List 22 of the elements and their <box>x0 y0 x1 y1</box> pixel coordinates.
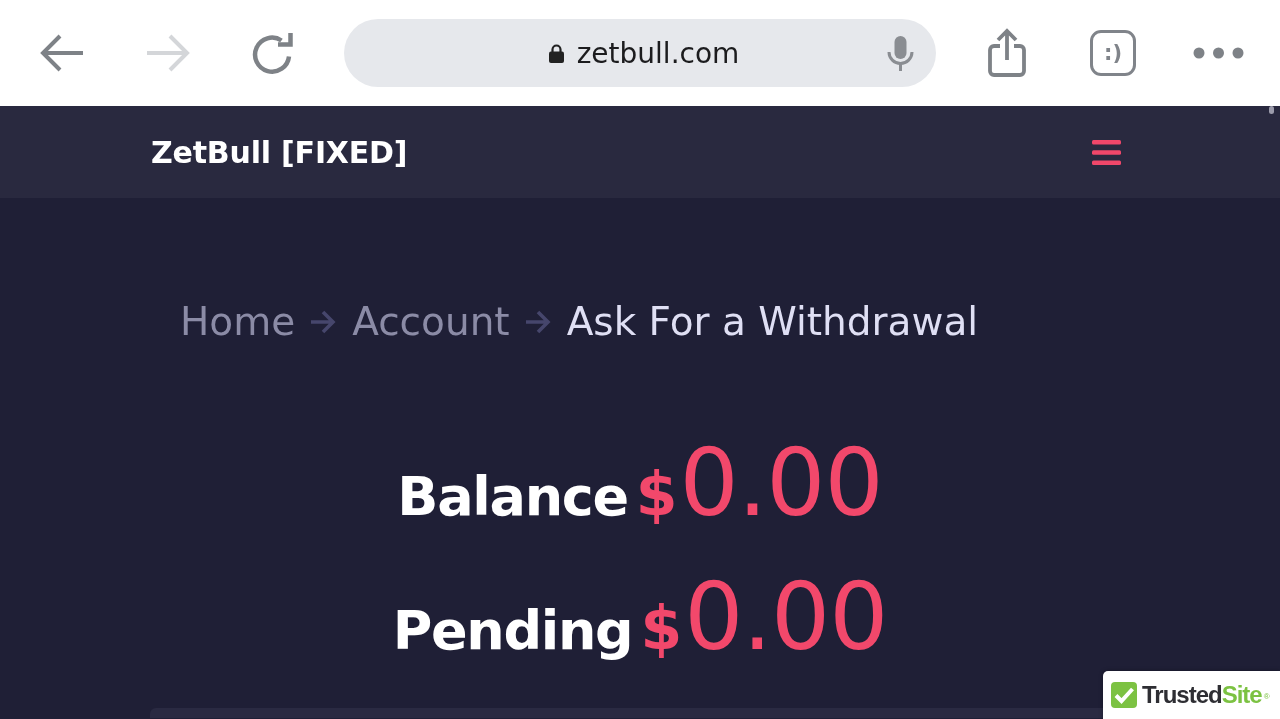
balance-label: Pending <box>392 598 633 664</box>
badge-brand-text: TrustedSite$^{®}$ <box>1142 681 1270 709</box>
microphone-icon[interactable] <box>887 35 914 71</box>
reload-icon[interactable] <box>251 32 294 74</box>
breadcrumb-current: Ask For a Withdrawal <box>566 298 979 346</box>
left-arrow-icon[interactable] <box>39 33 85 73</box>
menu-icon[interactable] <box>1092 139 1121 165</box>
address-field[interactable]: zetbull.com <box>344 19 936 87</box>
right-arrow-icon <box>524 310 552 334</box>
share-icon[interactable] <box>987 28 1027 78</box>
balance-amount: $0.00 <box>640 571 888 673</box>
tabs-button[interactable]: :) <box>1090 30 1136 76</box>
site-title: ZetBull [FIXED] <box>151 134 408 170</box>
balance-label: Balance <box>397 464 628 530</box>
breadcrumb-link[interactable]: Home <box>180 298 296 346</box>
breadcrumb-link[interactable]: Account <box>352 298 510 346</box>
trust-badge[interactable]: TrustedSite$^{®}$ <box>1103 671 1280 719</box>
right-arrow-icon <box>310 310 338 334</box>
scrollbar-thumb <box>1269 106 1274 114</box>
balance-amount: $0.00 <box>635 437 883 539</box>
check-icon <box>1111 682 1137 708</box>
more-icon[interactable] <box>1193 47 1244 59</box>
